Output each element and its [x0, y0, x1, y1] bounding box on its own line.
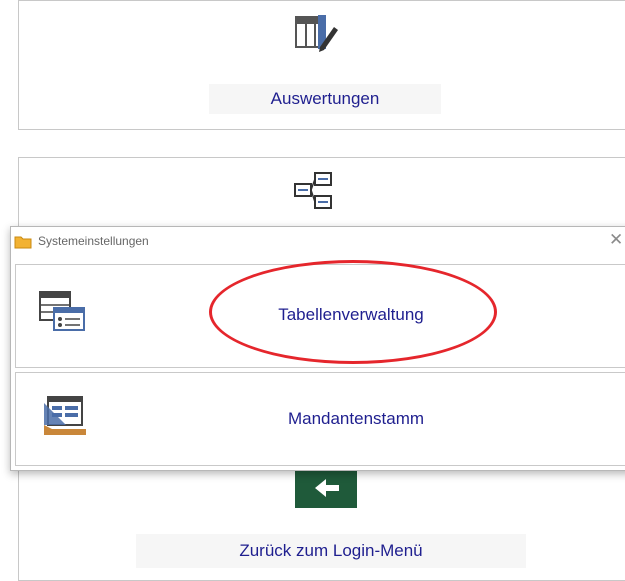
mandantenstamm-label: Mandantenstamm [287, 409, 425, 428]
popup-titlebar: Systemeinstellungen ✕ [11, 227, 625, 257]
table-settings-icon [39, 291, 85, 331]
back-to-login-button[interactable]: Zurück zum Login-Menü [18, 455, 625, 581]
table-edit-icon [295, 15, 338, 52]
back-to-login-label: Zurück zum Login-Menü [136, 534, 526, 568]
tabellenverwaltung-label: Tabellenverwaltung [278, 305, 424, 324]
mandantenstamm-button[interactable]: Mandantenstamm [15, 372, 625, 466]
auswertungen-button[interactable]: Auswertungen [18, 0, 625, 130]
folder-icon [14, 236, 32, 249]
close-icon[interactable]: ✕ [609, 230, 623, 250]
tabellenverwaltung-button[interactable]: Tabellenverwaltung [15, 264, 625, 368]
hierarchy-icon [294, 172, 332, 209]
systemeinstellungen-window: Systemeinstellungen ✕ Tabellenverwaltung [10, 226, 625, 471]
left-arrow-icon [295, 468, 357, 508]
auswertungen-label: Auswertungen [209, 84, 441, 114]
popup-title: Systemeinstellungen [38, 234, 149, 248]
form-ruler-icon [44, 396, 86, 435]
